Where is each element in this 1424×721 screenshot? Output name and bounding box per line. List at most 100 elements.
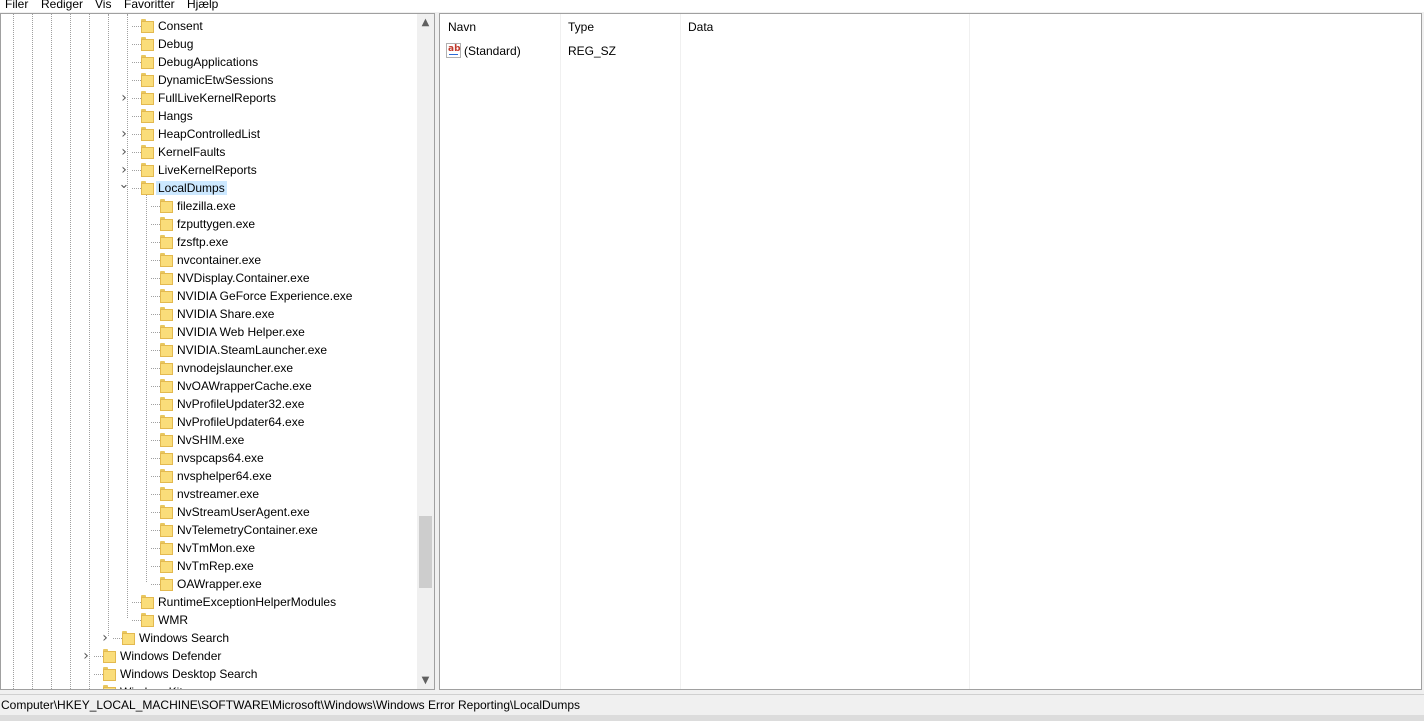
- folder-icon: [141, 91, 154, 105]
- tree-item[interactable]: NVIDIA Web Helper.exe: [1, 323, 417, 341]
- chevron-right-icon[interactable]: ›: [118, 91, 130, 105]
- chevron-right-icon[interactable]: ›: [80, 649, 92, 663]
- column-divider: [560, 14, 561, 689]
- menu-help[interactable]: Hjælp: [187, 0, 218, 12]
- chevron-right-icon[interactable]: ›: [118, 163, 130, 177]
- tree-item-label: NvTelemetryContainer.exe: [177, 523, 318, 537]
- folder-icon: [141, 145, 154, 159]
- tree-item-label: NvTmRep.exe: [177, 559, 254, 573]
- folder-icon: [141, 55, 154, 69]
- tree-item[interactable]: fzputtygen.exe: [1, 215, 417, 233]
- tree-item-label: WindowsKits: [118, 685, 191, 689]
- tree-item[interactable]: › Windows Search: [1, 629, 417, 647]
- folder-icon: [160, 307, 173, 321]
- tree-item-label: LocalDumps: [156, 181, 227, 195]
- tree-item[interactable]: NvTmRep.exe: [1, 557, 417, 575]
- column-header-name[interactable]: Navn: [440, 14, 560, 41]
- tree-item[interactable]: › FullLiveKernelReports: [1, 89, 417, 107]
- folder-icon: [160, 487, 173, 501]
- tree-item[interactable]: › Windows Defender: [1, 647, 417, 665]
- tree-item-label: NVIDIA.SteamLauncher.exe: [177, 343, 328, 357]
- folder-icon: [103, 667, 116, 681]
- tree-item-label: NVDisplay.Container.exe: [177, 271, 310, 285]
- tree-item-label: DebugApplications: [158, 55, 259, 69]
- tree-item[interactable]: NvTelemetryContainer.exe: [1, 521, 417, 539]
- chevron-right-icon[interactable]: ›: [99, 631, 111, 645]
- tree-vertical-scrollbar[interactable]: ▲ ▼: [417, 14, 434, 689]
- tree-item[interactable]: NvSHIM.exe: [1, 431, 417, 449]
- column-header-type[interactable]: Type: [560, 14, 680, 41]
- folder-icon: [160, 505, 173, 519]
- tree-item-label: nvcontainer.exe: [177, 253, 262, 267]
- tree-item[interactable]: NvStreamUserAgent.exe: [1, 503, 417, 521]
- tree-item[interactable]: NvProfileUpdater32.exe: [1, 395, 417, 413]
- tree-item[interactable]: › KernelFaults: [1, 143, 417, 161]
- folder-icon: [160, 433, 173, 447]
- tree-item[interactable]: NVIDIA GeForce Experience.exe: [1, 287, 417, 305]
- tree-item[interactable]: NVIDIA Share.exe: [1, 305, 417, 323]
- tree-item-label: Windows Desktop Search: [120, 667, 258, 681]
- tree-item-label: RuntimeExceptionHelperModules: [158, 595, 337, 609]
- tree-item[interactable]: › LiveKernelReports: [1, 161, 417, 179]
- tree-item[interactable]: NVDisplay.Container.exe: [1, 269, 417, 287]
- column-divider: [969, 14, 970, 689]
- folder-icon: [141, 127, 154, 141]
- tree-item[interactable]: filezilla.exe: [1, 197, 417, 215]
- tree-item[interactable]: OAWrapper.exe: [1, 575, 417, 593]
- tree-item[interactable]: fzsftp.exe: [1, 233, 417, 251]
- tree-item[interactable]: NVIDIA.SteamLauncher.exe: [1, 341, 417, 359]
- folder-icon: [141, 37, 154, 51]
- menu-view[interactable]: Vis: [95, 0, 111, 12]
- tree-item-label: OAWrapper.exe: [177, 577, 262, 591]
- tree-item[interactable]: Hangs: [1, 107, 417, 125]
- chevron-right-icon[interactable]: ›: [118, 127, 130, 141]
- key-path: Computer\HKEY_LOCAL_MACHINE\SOFTWARE\Mic…: [1, 698, 581, 712]
- menu-favorites[interactable]: Favoritter: [124, 0, 175, 12]
- tree-item[interactable]: nvcontainer.exe: [1, 251, 417, 269]
- tree-item[interactable]: Debug: [1, 35, 417, 53]
- tree-item[interactable]: NvTmMon.exe: [1, 539, 417, 557]
- folder-icon: [160, 523, 173, 537]
- tree-item[interactable]: nvnodejslauncher.exe: [1, 359, 417, 377]
- tree-item[interactable]: NvOAWrapperCache.exe: [1, 377, 417, 395]
- chevron-down-icon[interactable]: ⌄: [118, 178, 130, 191]
- column-header-data[interactable]: Data: [680, 14, 969, 41]
- tree-item-label: Debug: [158, 37, 194, 51]
- tree-item-label: FullLiveKernelReports: [158, 91, 277, 105]
- tree-item[interactable]: › HeapControlledList: [1, 125, 417, 143]
- registry-tree-pane: Consent Debug DebugApplications DynamicEtwS…: [0, 13, 435, 690]
- tree-item-label: NvProfileUpdater64.exe: [177, 415, 305, 429]
- tree-item[interactable]: nvspcaps64.exe: [1, 449, 417, 467]
- tree-item[interactable]: DynamicEtwSessions: [1, 71, 417, 89]
- tree-item[interactable]: NvProfileUpdater64.exe: [1, 413, 417, 431]
- tree-item[interactable]: ⌄ LocalDumps: [1, 178, 417, 197]
- tree-item-label: Windows Defender: [120, 649, 222, 663]
- registry-values-pane: Navn Type Data ab (Standard) REG_SZ: [439, 13, 1422, 690]
- tree-item[interactable]: WindowsKits: [1, 683, 417, 689]
- tree-item-label: NVIDIA Share.exe: [177, 307, 275, 321]
- tree-item[interactable]: Consent: [1, 17, 417, 35]
- tree-item[interactable]: DebugApplications: [1, 53, 417, 71]
- tree-item-label: Windows Search: [139, 631, 230, 645]
- folder-icon: [103, 685, 116, 689]
- scroll-down-arrow-icon[interactable]: ▼: [417, 672, 434, 689]
- menu-edit[interactable]: Rediger: [41, 0, 83, 12]
- chevron-right-icon[interactable]: ›: [118, 145, 130, 159]
- value-row[interactable]: ab (Standard) REG_SZ: [440, 42, 1421, 60]
- menu-file[interactable]: Filer: [5, 0, 28, 12]
- tree-item-label: NVIDIA Web Helper.exe: [177, 325, 305, 339]
- folder-icon: [160, 289, 173, 303]
- menu-bar: Filer Rediger Vis Favoritter Hjælp: [0, 0, 1424, 12]
- scroll-up-arrow-icon[interactable]: ▲: [417, 14, 434, 31]
- scroll-thumb[interactable]: [419, 516, 432, 588]
- tree-item-label: DynamicEtwSessions: [158, 73, 274, 87]
- tree-item[interactable]: WMR: [1, 611, 417, 629]
- tree-item[interactable]: nvsphelper64.exe: [1, 467, 417, 485]
- tree-item[interactable]: RuntimeExceptionHelperModules: [1, 593, 417, 611]
- tree-item-label: KernelFaults: [158, 145, 226, 159]
- tree-item[interactable]: Windows Desktop Search: [1, 665, 417, 683]
- tree-item[interactable]: nvstreamer.exe: [1, 485, 417, 503]
- folder-icon: [160, 343, 173, 357]
- folder-icon: [160, 199, 173, 213]
- folder-icon: [141, 163, 154, 177]
